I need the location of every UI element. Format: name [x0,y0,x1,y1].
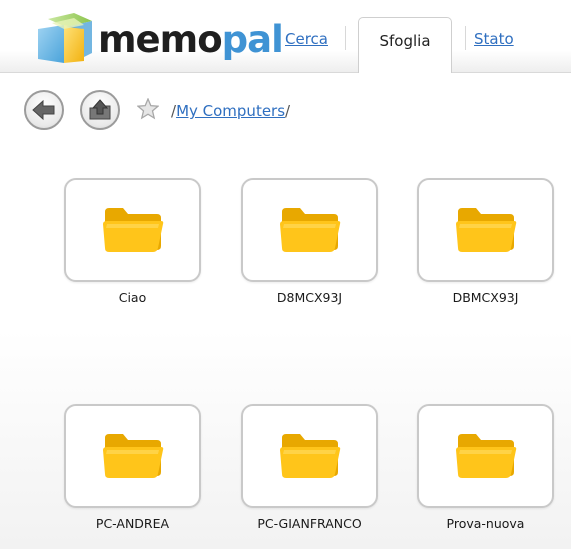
folder-tile[interactable] [241,404,378,508]
breadcrumb: /My Computers/ [171,102,290,120]
folder-label: D8MCX93J [276,290,343,305]
tab-sfoglia-label: Sfoglia [379,32,431,50]
brand-name-part2: pal [221,17,284,61]
brand-wordmark: memopal [98,17,284,61]
folder-tile[interactable] [64,178,201,282]
folder-label: PC-ANDREA [95,516,170,531]
folder-item[interactable]: Prova-nuova [417,404,554,531]
folder-icon [455,434,516,478]
upload-arrow-icon [89,99,111,120]
header-bar: memopal Cerca Sfoglia Stato [0,0,571,73]
breadcrumb-my-computers[interactable]: My Computers [176,102,285,120]
folder-item[interactable]: PC-GIANFRANCO [241,404,378,531]
folder-icon [279,434,340,478]
tab-sfoglia[interactable]: Sfoglia [358,17,452,73]
nav-link-cerca[interactable]: Cerca [285,30,328,48]
folder-tile[interactable] [241,178,378,282]
folder-icon [279,208,340,252]
back-arrow-icon [32,99,55,121]
up-folder-button[interactable] [80,90,120,130]
folder-icon [102,434,163,478]
back-button[interactable] [24,90,64,130]
folder-item[interactable]: DBMCX93J [417,178,554,305]
folder-item[interactable]: PC-ANDREA [64,404,201,531]
breadcrumb-suffix: / [285,102,291,120]
folder-tile[interactable] [417,404,554,508]
nav-divider [345,26,346,50]
folder-label: DBMCX93J [452,290,519,305]
folder-item[interactable]: Ciao [64,178,201,305]
folder-icon [455,208,516,252]
star-icon[interactable] [137,98,159,120]
nav-link-stato[interactable]: Stato [474,30,514,48]
folder-label: PC-GIANFRANCO [257,516,362,531]
folder-icon [102,208,163,252]
folder-item[interactable]: D8MCX93J [241,178,378,305]
cube-logo-icon [38,13,92,63]
folder-tile[interactable] [417,178,554,282]
memopal-logo[interactable]: memopal [34,13,284,65]
folder-tile[interactable] [64,404,201,508]
nav-divider [465,26,466,50]
folder-label: Prova-nuova [446,516,525,531]
brand-name-part1: memo [98,17,223,61]
folder-label: Ciao [118,290,147,305]
